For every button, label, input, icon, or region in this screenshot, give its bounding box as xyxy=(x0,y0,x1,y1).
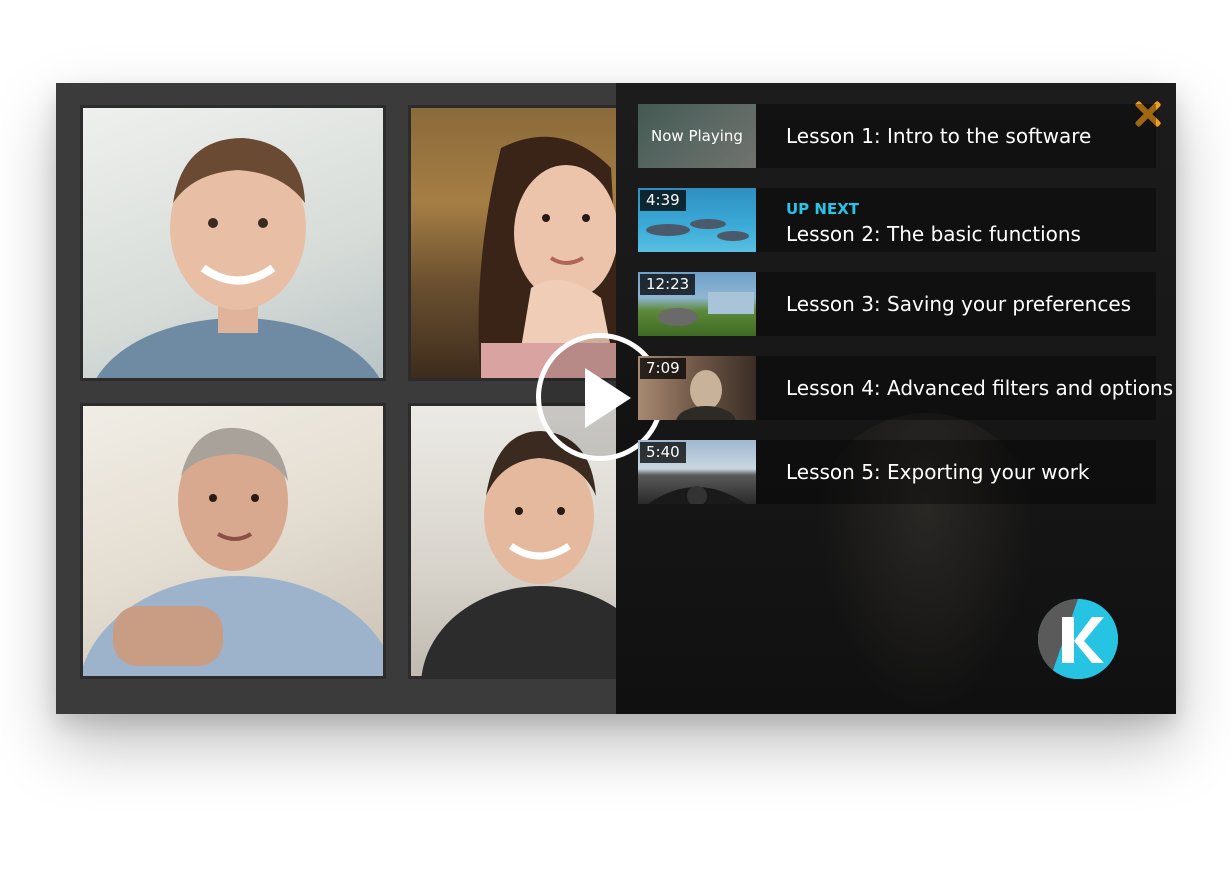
thumbnail: 7:09 xyxy=(638,356,756,420)
duration-label: 7:09 xyxy=(640,358,686,379)
duration-label: 12:23 xyxy=(640,274,696,295)
video-tile-3 xyxy=(80,403,386,679)
video-frame[interactable] xyxy=(56,83,620,714)
lesson-title: Lesson 1: Intro to the software xyxy=(786,124,1092,148)
thumbnail: 5:40 xyxy=(638,440,756,504)
up-next-badge: UP NEXT xyxy=(786,200,859,218)
play-icon xyxy=(585,368,631,428)
playlist-item-lesson-1[interactable]: Now Playing Lesson 1: Intro to the softw… xyxy=(638,104,1156,168)
duration-label: 4:39 xyxy=(640,190,686,211)
thumbnail: 4:39 xyxy=(638,188,756,252)
thumbnail: Now Playing xyxy=(638,104,756,168)
thumbnail: 12:23 xyxy=(638,272,756,336)
brand-logo xyxy=(1038,599,1118,679)
now-playing-label: Now Playing xyxy=(638,104,756,168)
playlist-item-lesson-4[interactable]: 7:09 Lesson 4: Advanced filters and opti… xyxy=(638,356,1173,420)
person-image xyxy=(96,138,380,378)
person-image xyxy=(83,427,383,676)
playlist-item-lesson-3[interactable]: 12:23 Lesson 3: Saving your preferences xyxy=(638,272,1156,336)
lesson-title: Lesson 3: Saving your preferences xyxy=(786,292,1132,316)
k-logo-icon xyxy=(1038,599,1118,679)
video-tile-1 xyxy=(80,105,386,381)
playlist-item-lesson-2[interactable]: 4:39 UP NEXT Lesson 2: The basic functio… xyxy=(638,188,1156,252)
duration-label: 5:40 xyxy=(640,442,686,463)
video-player: Now Playing Lesson 1: Intro to the softw… xyxy=(56,83,1176,714)
lesson-title: Lesson 2: The basic functions xyxy=(786,222,1081,246)
playlist-item-lesson-5[interactable]: 5:40 Lesson 5: Exporting your work xyxy=(638,440,1156,504)
lesson-title: Lesson 4: Advanced filters and options xyxy=(786,376,1174,400)
lesson-title: Lesson 5: Exporting your work xyxy=(786,460,1090,484)
